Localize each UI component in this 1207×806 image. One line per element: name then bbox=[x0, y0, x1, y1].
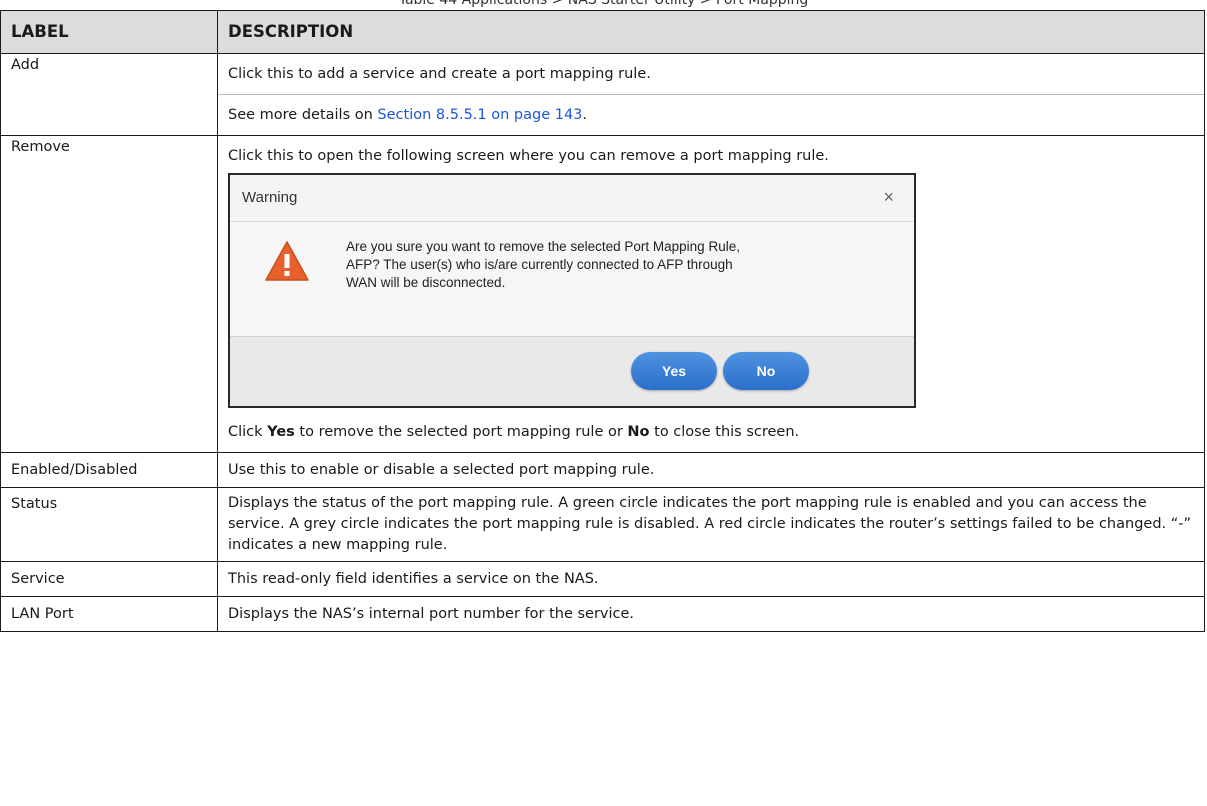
section-link[interactable]: Section 8.5.5.1 on page 143 bbox=[377, 107, 582, 123]
port-mapping-table: LABEL DESCRIPTION Add Click this to add … bbox=[0, 10, 1205, 632]
no-word: No bbox=[627, 424, 650, 440]
row-description: Displays the NAS’s internal port number … bbox=[217, 596, 1205, 632]
no-button[interactable]: No bbox=[723, 352, 809, 390]
table-caption: Table 44 Applications > NAS Starter Util… bbox=[398, 0, 809, 8]
header-description: DESCRIPTION bbox=[217, 10, 1205, 54]
table-header-row: LABEL DESCRIPTION bbox=[0, 10, 1205, 54]
row-label: Add bbox=[0, 53, 218, 136]
dialog-header: Warning × bbox=[230, 175, 914, 222]
table-row: Status Displays the status of the port m… bbox=[0, 487, 1205, 562]
warning-triangle-icon bbox=[264, 240, 310, 289]
yes-word: Yes bbox=[267, 424, 295, 440]
row-label: Status bbox=[0, 487, 218, 562]
row-description: This read-only field identifies a servic… bbox=[217, 561, 1205, 597]
text-segment: Click bbox=[228, 424, 268, 440]
dialog-title: Warning bbox=[242, 189, 298, 206]
description-line: Click this to add a service and create a… bbox=[228, 66, 651, 82]
header-label: LABEL bbox=[0, 10, 218, 54]
table-row: Service This read-only field identifies … bbox=[0, 561, 1205, 597]
table-row: LAN Port Displays the NAS’s internal por… bbox=[0, 596, 1205, 632]
description-outro: Click Yes to remove the selected port ma… bbox=[228, 421, 1194, 443]
text-segment: to close this screen. bbox=[649, 424, 800, 440]
row-description: Click this to open the following screen … bbox=[217, 135, 1205, 453]
description-intro: Click this to open the following screen … bbox=[228, 148, 829, 164]
row-description: Use this to enable or disable a selected… bbox=[217, 452, 1205, 488]
row-label: Remove bbox=[0, 135, 218, 453]
row-label: LAN Port bbox=[0, 596, 218, 632]
see-more-prefix: See more details on bbox=[228, 107, 378, 123]
table-row: Enabled/Disabled Use this to enable or d… bbox=[0, 452, 1205, 488]
table-row: Remove Click this to open the following … bbox=[0, 135, 1205, 453]
row-description: Displays the status of the port mapping … bbox=[217, 487, 1205, 562]
see-more-suffix: . bbox=[582, 107, 588, 123]
close-icon[interactable]: × bbox=[883, 187, 894, 207]
table-row: Add Click this to add a service and crea… bbox=[0, 53, 1205, 136]
yes-button[interactable]: Yes bbox=[631, 352, 717, 390]
see-more-line: See more details on Section 8.5.5.1 on p… bbox=[228, 95, 1194, 135]
row-description: Click this to add a service and create a… bbox=[217, 53, 1205, 136]
row-label: Service bbox=[0, 561, 218, 597]
text-segment: to remove the selected port mapping rule… bbox=[294, 424, 628, 440]
row-label: Enabled/Disabled bbox=[0, 452, 218, 488]
dialog-message: Are you sure you want to remove the sele… bbox=[346, 239, 740, 290]
dialog-body: Are you sure you want to remove the sele… bbox=[230, 222, 914, 340]
dialog-footer: Yes No bbox=[230, 336, 914, 406]
warning-dialog: Warning × Are you sure you want to remov… bbox=[228, 173, 916, 408]
